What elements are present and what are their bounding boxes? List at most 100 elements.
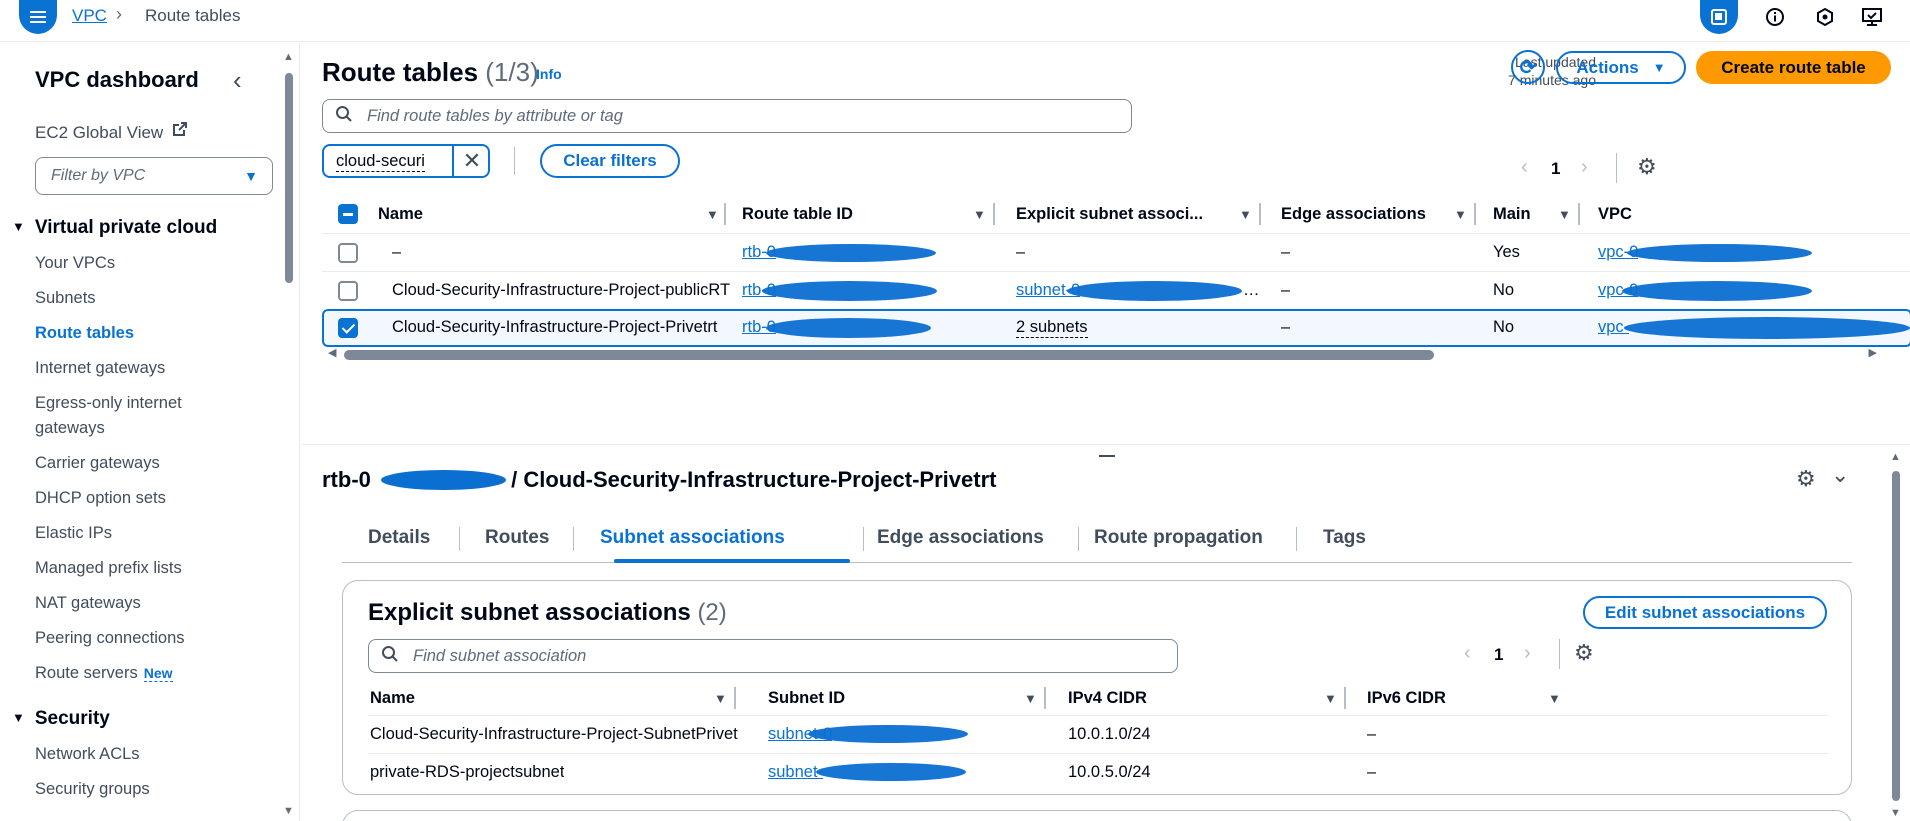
sidebar-item-security-groups[interactable]: Security groups <box>35 777 150 802</box>
column-header-ipv4-cidr[interactable]: IPv4 CIDR ▼ <box>1048 681 1348 715</box>
sort-icon[interactable]: ▼ <box>1548 691 1561 706</box>
create-route-table-button[interactable]: Create route table <box>1696 51 1891 84</box>
resize-handle[interactable] <box>1099 455 1115 457</box>
cell-ipv6-cidr: – <box>1367 725 1377 743</box>
sidebar-item-carrier-gateways[interactable]: Carrier gateways <box>35 451 160 476</box>
column-header-name[interactable]: Name ▼ <box>374 195 726 233</box>
sidebar-scrollbar[interactable]: ▲ ▼ <box>283 51 294 817</box>
screen-feedback-icon[interactable] <box>1855 2 1889 32</box>
gear-icon[interactable]: ⚙ <box>1574 640 1594 666</box>
page-number[interactable]: 1 <box>1494 645 1503 665</box>
tab-subnet-associations[interactable]: Subnet associations <box>600 523 785 557</box>
checkbox-mixed-icon[interactable] <box>338 204 358 224</box>
column-header-edge-associations[interactable]: Edge associations ▼ <box>1259 195 1479 233</box>
column-label: VPC <box>1598 204 1632 223</box>
column-header-explicit-subnet-associations[interactable]: Explicit subnet associ... ▼ <box>993 195 1263 233</box>
tab-details[interactable]: Details <box>368 523 430 557</box>
clear-filters-button[interactable]: Clear filters <box>540 144 680 178</box>
collapse-sidebar-icon[interactable]: ‹ <box>233 65 242 96</box>
tab-edge-associations[interactable]: Edge associations <box>877 523 1044 557</box>
column-header-ipv6-cidr[interactable]: IPv6 CIDR ▼ <box>1348 681 1578 715</box>
sidebar-item-route-tables[interactable]: Route tables <box>35 321 134 346</box>
sidebar-item-route-servers[interactable]: Route servers New <box>35 661 173 686</box>
column-header-vpc[interactable]: VPC <box>1578 195 1778 233</box>
filter-by-vpc-placeholder: Filter by VPC <box>51 167 146 184</box>
column-header-subnet-id[interactable]: Subnet ID ▼ <box>748 681 1048 715</box>
close-icon[interactable]: ✕ <box>452 146 488 176</box>
row-checkbox[interactable] <box>338 281 358 301</box>
table-row[interactable]: private-RDS-projectsubnet subnet- 10.0.5… <box>368 753 1828 791</box>
caret-down-icon: ▼ <box>12 219 25 234</box>
sidebar-item-egress-only-internet-gateways[interactable]: Egress-only internet gateways <box>35 391 235 441</box>
sort-icon[interactable]: ▼ <box>973 207 986 222</box>
breadcrumb-vpc-link[interactable]: VPC <box>72 6 107 26</box>
sidebar-item-managed-prefix-lists[interactable]: Managed prefix lists <box>35 556 182 581</box>
menu-icon[interactable] <box>19 0 57 34</box>
actions-button[interactable]: Actions ▼ <box>1556 51 1686 84</box>
redaction-scribble <box>1624 317 1910 339</box>
tab-tags[interactable]: Tags <box>1323 523 1366 557</box>
sidebar-item-network-acls[interactable]: Network ACLs <box>35 742 140 767</box>
details-scrollbar[interactable]: ▲ ▼ <box>1889 451 1903 821</box>
sidebar-group-virtual-private-cloud[interactable]: ▼ Virtual private cloud <box>12 217 217 239</box>
row-checkbox-checked[interactable] <box>338 318 358 338</box>
cell-ipv4-cidr: 10.0.1.0/24 <box>1068 725 1151 743</box>
sidebar-group-security[interactable]: ▼ Security <box>12 708 110 730</box>
search-placeholder: Find route tables by attribute or tag <box>367 107 623 125</box>
sidebar-item-dhcp-option-sets[interactable]: DHCP option sets <box>35 486 166 511</box>
top-navigation-bar: VPC › Route tables <box>0 0 1910 42</box>
column-header-route-table-id[interactable]: Route table ID ▼ <box>722 195 995 233</box>
sidebar-item-elastic-ips[interactable]: Elastic IPs <box>35 521 112 546</box>
sort-icon[interactable]: ▼ <box>706 207 719 222</box>
refresh-button[interactable]: ⟳ <box>1511 50 1545 84</box>
new-badge: New <box>143 665 173 682</box>
sort-icon[interactable]: ▼ <box>1454 207 1467 222</box>
sidebar-item-your-vpcs[interactable]: Your VPCs <box>35 251 115 276</box>
chevron-right-icon[interactable]: › <box>1581 156 1588 179</box>
row-checkbox[interactable] <box>338 243 358 263</box>
security-hex-icon[interactable] <box>1808 2 1842 32</box>
table-row[interactable]: Cloud-Security-Infrastructure-Project-pu… <box>322 271 1910 309</box>
sort-icon[interactable]: ▼ <box>1558 207 1571 222</box>
info-icon[interactable] <box>1758 2 1792 32</box>
sort-icon[interactable]: ▼ <box>1024 691 1037 706</box>
active-tab-indicator <box>614 559 850 563</box>
side-panel-icon[interactable] <box>1700 0 1738 34</box>
sort-icon[interactable]: ▼ <box>714 691 727 706</box>
table-row[interactable]: – rtb-0 – – Yes vpc-0 <box>322 233 1910 271</box>
chevron-right-icon[interactable]: › <box>1524 642 1531 665</box>
chevron-left-icon[interactable]: ‹ <box>1464 642 1471 665</box>
subnet-association-search-input[interactable]: Find subnet association <box>368 639 1178 673</box>
sidebar-item-ec2-global-view[interactable]: EC2 Global View <box>35 123 163 143</box>
route-table-search-input[interactable]: Find route tables by attribute or tag <box>322 99 1132 133</box>
sort-icon[interactable]: ▼ <box>1324 691 1337 706</box>
edit-subnet-associations-button[interactable]: Edit subnet associations <box>1583 596 1827 629</box>
tab-route-propagation[interactable]: Route propagation <box>1094 523 1263 557</box>
column-header-main[interactable]: Main ▼ <box>1474 195 1584 233</box>
table-row[interactable]: Cloud-Security-Infrastructure-Project-Su… <box>368 715 1828 753</box>
page-number[interactable]: 1 <box>1551 159 1560 179</box>
info-link[interactable]: Info <box>536 66 562 82</box>
sort-icon[interactable]: ▼ <box>1239 207 1252 222</box>
chevron-left-icon[interactable]: ‹ <box>1521 156 1528 179</box>
sidebar-item-subnets[interactable]: Subnets <box>35 286 96 311</box>
cell-name: Cloud-Security-Infrastructure-Project-Su… <box>370 725 738 743</box>
sidebar-item-internet-gateways[interactable]: Internet gateways <box>35 356 165 381</box>
gear-icon[interactable]: ⚙ <box>1796 466 1816 492</box>
gear-icon[interactable]: ⚙ <box>1637 154 1657 180</box>
sidebar-item-nat-gateways[interactable]: NAT gateways <box>35 591 141 616</box>
filter-by-vpc-select[interactable]: Filter by VPC ▼ <box>35 157 273 195</box>
table-row-selected[interactable]: Cloud-Security-Infrastructure-Project-Pr… <box>322 309 1910 347</box>
cell-explicit-associations[interactable]: 2 subnets <box>1016 318 1088 338</box>
tab-routes[interactable]: Routes <box>485 523 549 557</box>
cell-main: No <box>1493 318 1515 336</box>
filter-token[interactable]: cloud-securi ✕ <box>322 144 490 178</box>
sidebar-item-peering-connections[interactable]: Peering connections <box>35 626 185 651</box>
column-header-name[interactable]: Name ▼ <box>368 681 736 715</box>
cell-subnet-id-link[interactable]: subnet- <box>768 763 823 782</box>
details-tabs: Details Routes Subnet associations Edge … <box>342 523 1852 563</box>
horizontal-scrollbar[interactable]: ◀ ▶ <box>322 347 1877 361</box>
cell-name: Cloud-Security-Infrastructure-Project-Pr… <box>392 318 718 336</box>
cell-main: No <box>1493 281 1515 299</box>
chevron-down-icon[interactable]: ⌄ <box>1831 462 1849 488</box>
